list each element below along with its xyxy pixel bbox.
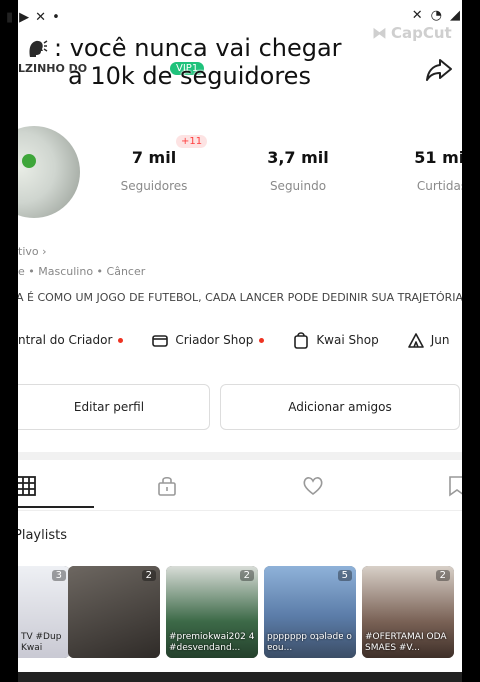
- status-link[interactable]: tivo ›: [18, 242, 145, 262]
- notification-dot: [118, 337, 124, 343]
- playlist-count: 2: [435, 570, 450, 581]
- content-tabs: [18, 462, 462, 511]
- playlist-count: 2: [239, 570, 254, 581]
- join-label: Jun: [430, 333, 450, 347]
- profile-info: tivo › e • Masculino • Câncer: [18, 242, 145, 282]
- creator-center-label: ntral do Criador: [18, 333, 113, 347]
- notification-dot: [259, 337, 265, 343]
- followers-count: 7 mil: [131, 148, 177, 167]
- video-caption: : você nunca vai chegar a 10k de seguido…: [26, 34, 386, 90]
- status-left-icons: ▮ ▶ ✕ •: [6, 10, 60, 25]
- playlist-caption: TV #Dup Kwai: [21, 632, 62, 653]
- kwai-shop-label: Kwai Shop: [316, 333, 379, 347]
- heart-icon[interactable]: [301, 474, 325, 498]
- signal-icon: ◢: [450, 8, 460, 23]
- speaking-head-icon: [29, 40, 48, 57]
- active-tab-indicator: [18, 506, 94, 508]
- playlist-caption: #OFERTAMAI ODASMAES #V...: [365, 632, 447, 653]
- bag-icon: [294, 332, 309, 349]
- creator-center-link[interactable]: ntral do Criador: [18, 333, 124, 347]
- playlist-thumbnail[interactable]: 2: [68, 566, 160, 658]
- creator-shop-label: Criador Shop: [175, 333, 254, 347]
- bio: A É COMO UM JOGO DE FUTEBOL, CADA LANCER…: [18, 291, 462, 304]
- grid-icon[interactable]: [18, 474, 38, 498]
- playlist-thumbnail[interactable]: 2 #OFERTAMAI ODASMAES #V...: [362, 566, 454, 658]
- add-friends-button[interactable]: Adicionar amigos: [220, 384, 460, 430]
- notification-icon: ▮: [6, 10, 14, 25]
- shop-icon: [152, 335, 169, 347]
- playlist-caption: ppppppp oʇǝlǝdɐ o ɐou...: [267, 632, 352, 653]
- youtube-icon: ▶: [19, 10, 30, 25]
- join-link[interactable]: Jun: [407, 331, 450, 349]
- playlist-count: 3: [51, 570, 66, 581]
- followers-stat[interactable]: 7 mil Seguidores: [118, 148, 190, 193]
- kwai-shop-link[interactable]: Kwai Shop: [292, 331, 379, 349]
- followers-label: Seguidores: [120, 179, 188, 193]
- more-dot-icon: •: [52, 10, 60, 25]
- following-stat[interactable]: 3,7 mil Seguindo: [262, 148, 334, 193]
- playlist-thumbnail[interactable]: 5 ppppppp oʇǝlǝdɐ o ɐou...: [264, 566, 356, 658]
- bookmark-icon[interactable]: [445, 474, 462, 498]
- likes-stat[interactable]: 51 mil Curtidas: [406, 148, 462, 193]
- playlist-thumbnail[interactable]: 2 #premiokwai202 4 #desvendand...: [166, 566, 258, 658]
- likes-count: 51 mil: [414, 148, 462, 167]
- next-row-strip: [18, 672, 462, 682]
- caption-line-2: a 10k de seguidores: [68, 62, 311, 90]
- mute-icon: ✕: [411, 8, 423, 23]
- status-right-icons: ✕ ◔ ◢: [412, 8, 460, 23]
- caption-line-1: : você nunca vai chegar: [54, 34, 342, 62]
- shortcuts-row: ntral do Criador Criador Shop Kwai Shop …: [18, 326, 462, 354]
- playlist-caption: #premiokwai202 4 #desvendand...: [169, 632, 255, 653]
- playlists-title: Playlists: [18, 528, 67, 543]
- share-icon[interactable]: [424, 54, 454, 84]
- creator-shop-link[interactable]: Criador Shop: [151, 331, 265, 349]
- wifi-icon: ◔: [430, 8, 442, 23]
- profile-screen: LZINHO DO VIP1 +11 7 mil Seguidores 3,7 …: [18, 0, 462, 682]
- lock-icon[interactable]: [155, 474, 179, 498]
- divider: [18, 452, 462, 460]
- followers-badge: +11: [176, 135, 208, 148]
- edit-profile-button[interactable]: Editar perfil: [18, 384, 210, 430]
- likes-label: Curtidas: [416, 179, 462, 193]
- playlist-count: 5: [337, 570, 352, 581]
- following-label: Seguindo: [269, 179, 327, 193]
- tent-icon: [407, 333, 424, 348]
- profile-tags: e • Masculino • Câncer: [18, 265, 146, 278]
- capcut-label: CapCut: [391, 24, 452, 42]
- following-count: 3,7 mil: [267, 148, 329, 167]
- playlist-thumbnail[interactable]: 3 TV #Dup Kwai: [18, 566, 70, 658]
- playlist-count: 2: [141, 570, 156, 581]
- avatar[interactable]: [18, 126, 80, 218]
- capcut-icon: ✕: [35, 10, 47, 25]
